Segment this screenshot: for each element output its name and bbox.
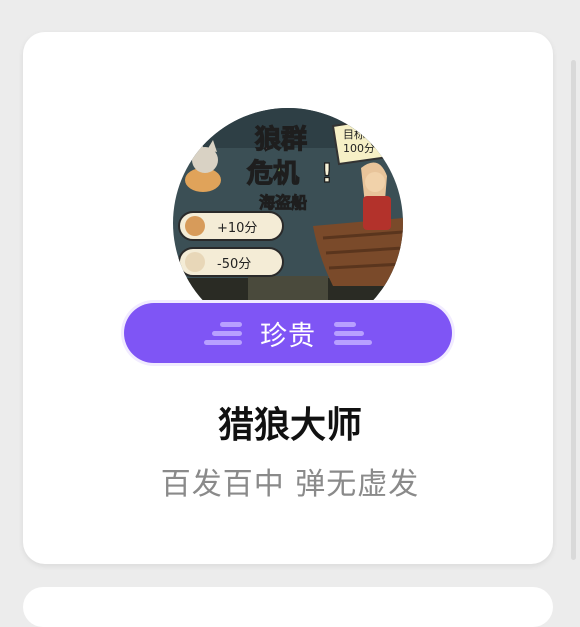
badge-description: 百发百中 弹无虚发 (160, 467, 420, 502)
score-minus-text: -50分 (217, 257, 251, 272)
score-plus-pill: +10分 (178, 211, 284, 241)
goal-line2: 100分 (343, 142, 375, 155)
title-line1: 狼群 (255, 124, 307, 155)
rarity-label: 珍贵 (260, 320, 316, 352)
rarity-stripes-right-icon (334, 321, 372, 345)
score-minus-pill: -50分 (178, 247, 284, 277)
next-card (23, 587, 553, 627)
rarity-stripes-left-icon (204, 321, 242, 345)
title-subtitle: 海盗船 (259, 193, 307, 212)
badge-name: 猎狼大师 (217, 405, 362, 446)
rarity-badge: 珍贵 (124, 303, 452, 363)
score-plus-text: +10分 (217, 221, 257, 236)
title-exclaim: ! (321, 159, 333, 189)
title-line2: 危机 (247, 158, 299, 189)
